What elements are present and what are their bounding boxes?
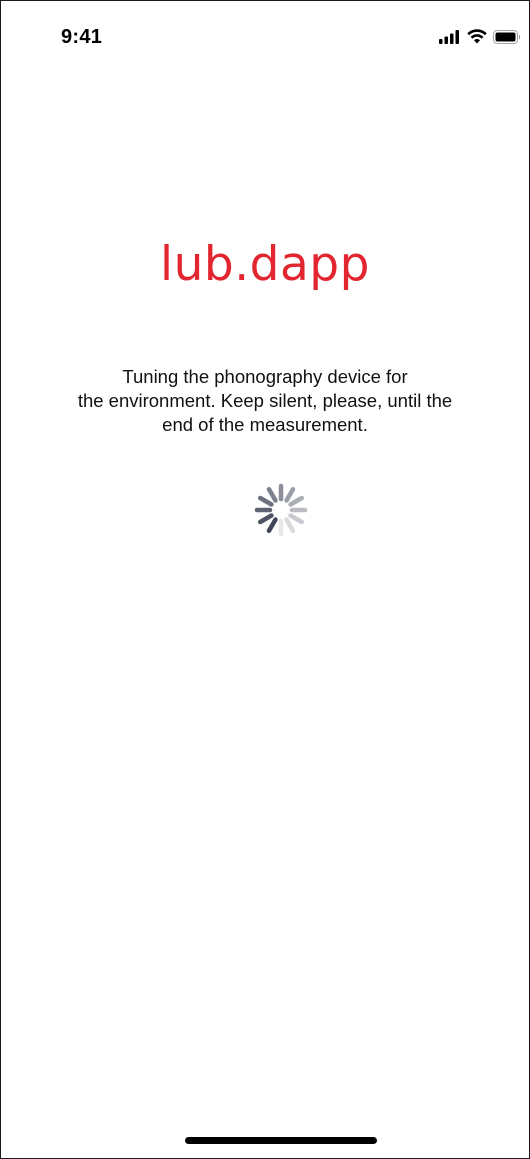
spinner-spoke <box>284 517 296 534</box>
app-screen: 9:41 lub.dapp Tuning the phonography dev… <box>0 0 530 1159</box>
cellular-signal-icon <box>439 29 459 44</box>
spinner-spoke <box>257 495 274 507</box>
app-logo: lub.dapp <box>160 237 370 292</box>
spinner-spoke <box>288 513 305 525</box>
spinner-spoke <box>266 517 278 534</box>
status-message-line: the environment. Keep silent, please, un… <box>77 390 453 411</box>
home-indicator <box>185 1137 377 1144</box>
spinner-spoke <box>284 486 296 503</box>
status-message-line: end of the measurement. <box>162 414 368 435</box>
spinner-spoke <box>288 495 305 507</box>
battery-icon <box>493 29 521 44</box>
wifi-icon <box>467 29 487 44</box>
status-icons <box>439 29 521 44</box>
status-message: Tuning the phonography device for the en… <box>41 365 489 437</box>
status-bar: 9:41 <box>1 1 529 61</box>
spinner-spoke <box>257 513 274 525</box>
status-message-line: Tuning the phonography device for <box>122 366 408 387</box>
activity-spinner-icon <box>254 483 308 537</box>
spinner-spoke <box>266 486 278 503</box>
status-time: 9:41 <box>61 26 103 48</box>
